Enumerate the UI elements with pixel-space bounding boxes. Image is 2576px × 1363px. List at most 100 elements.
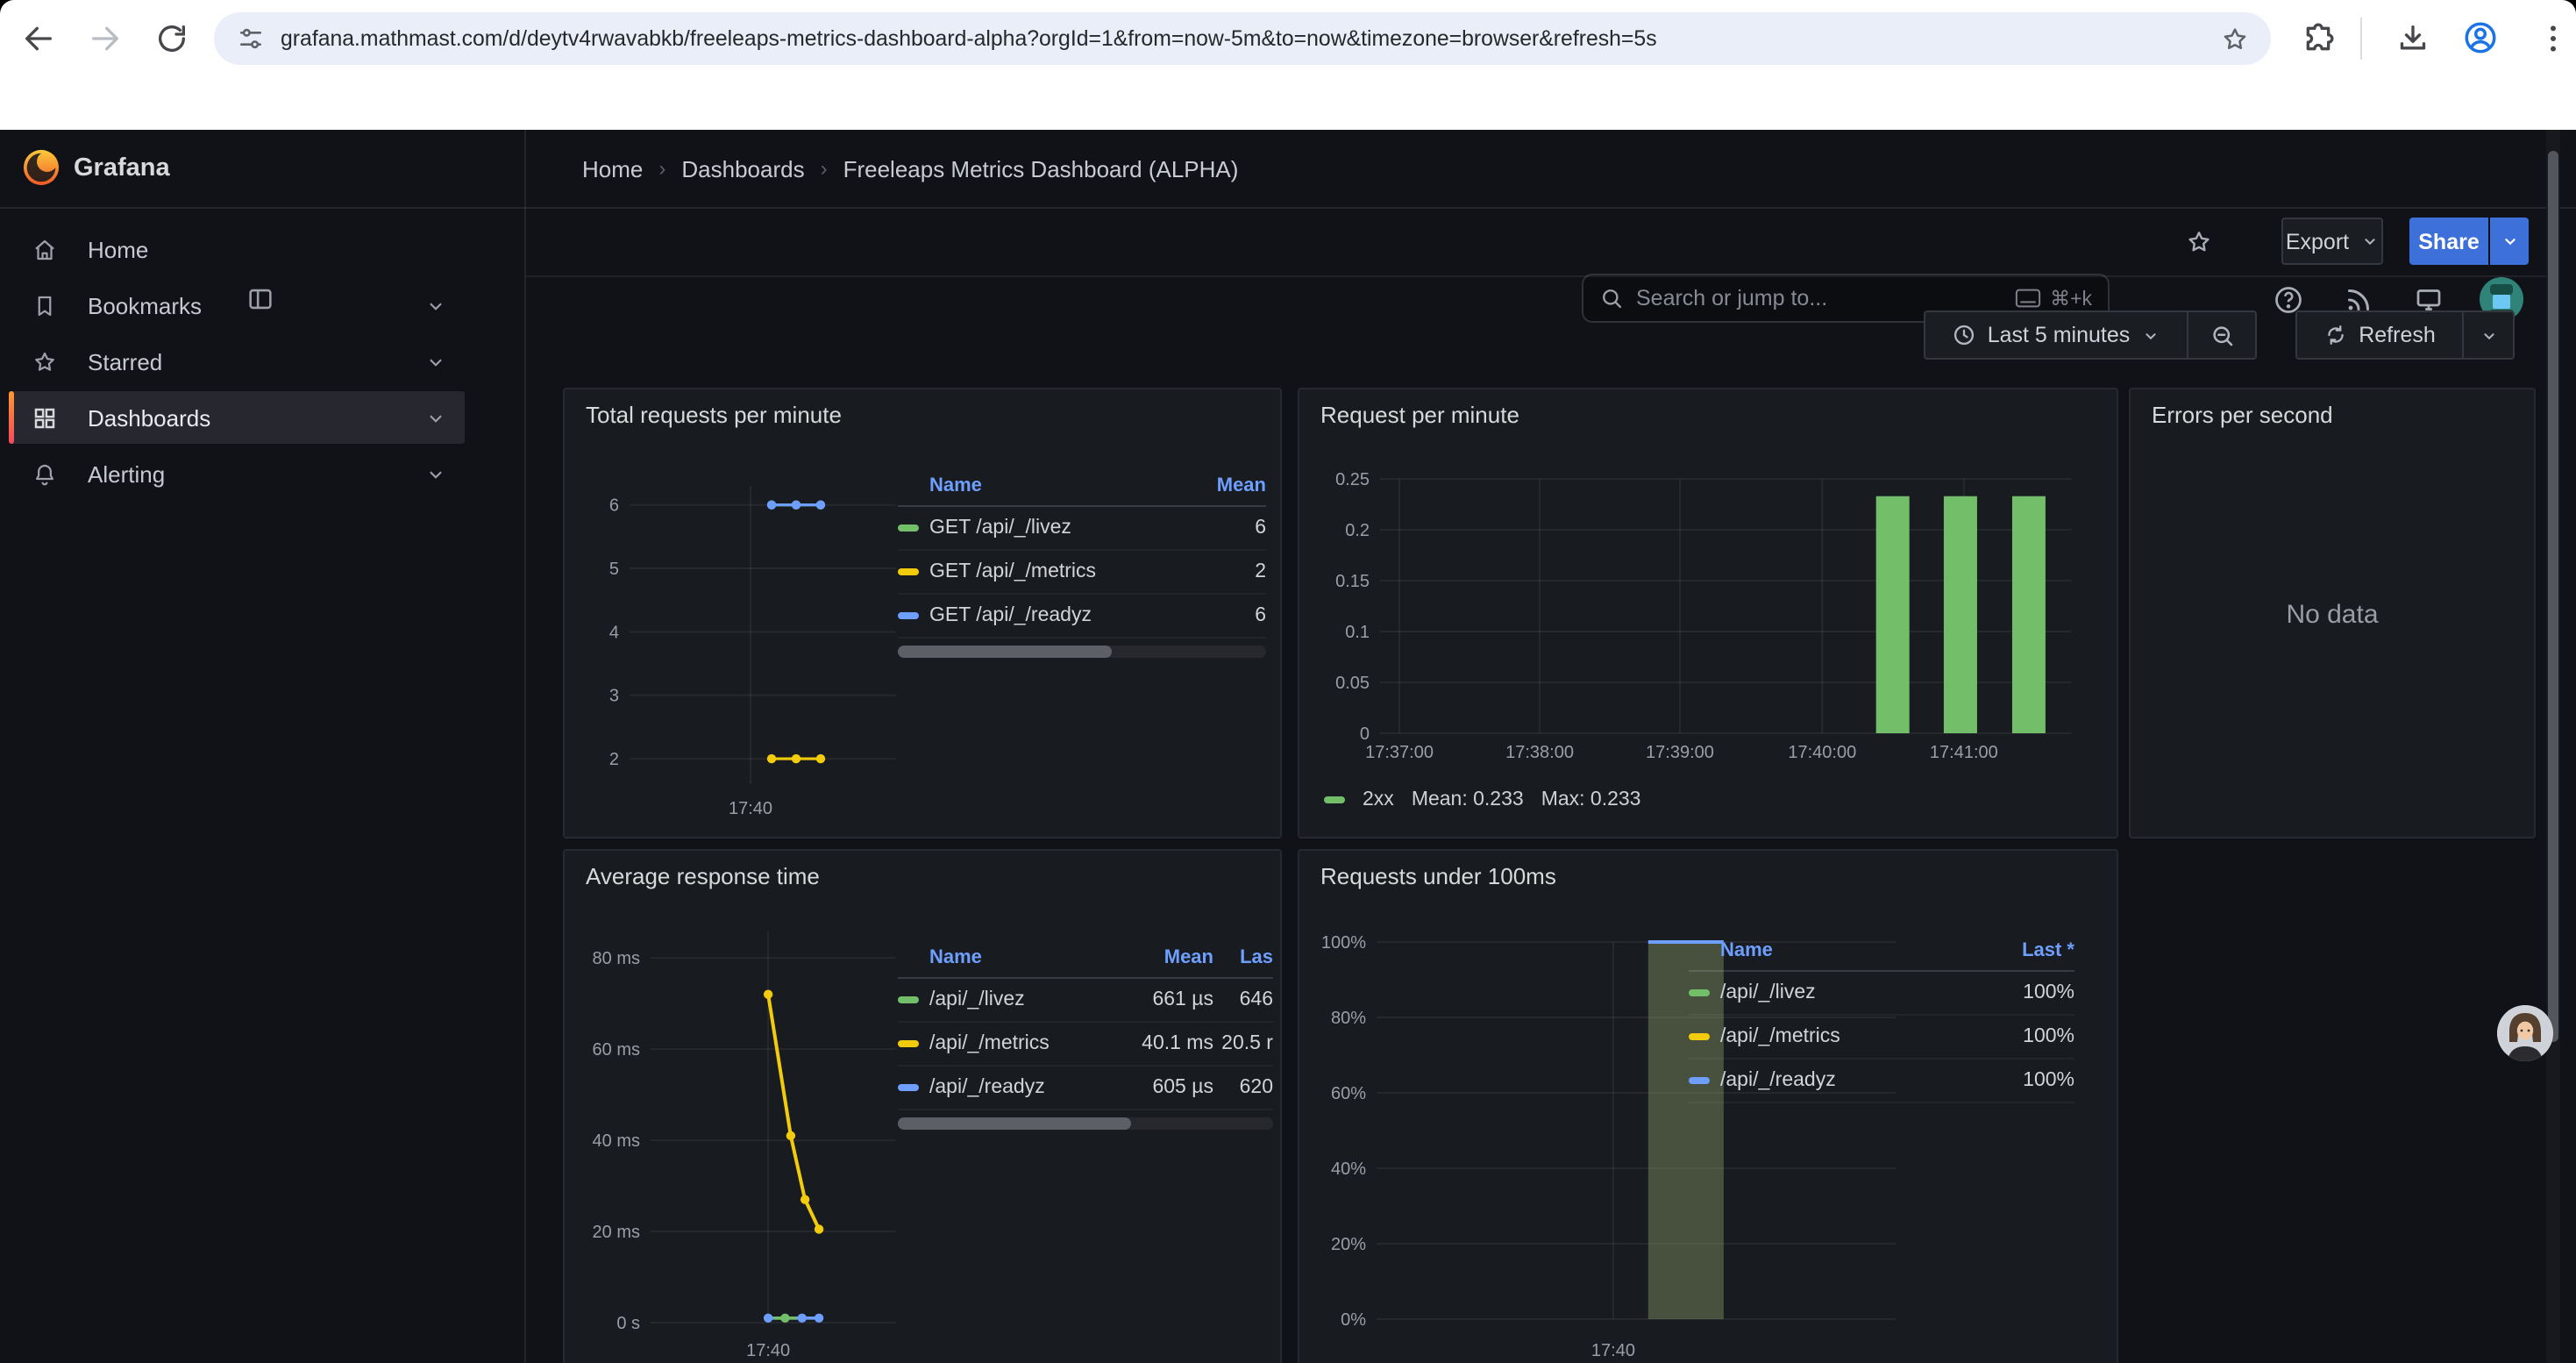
panel-title[interactable]: Requests under 100ms bbox=[1320, 863, 1556, 889]
legend-row[interactable]: /api/_/livez 100% bbox=[1689, 972, 2074, 1016]
legend-row[interactable]: GET /api/_/readyz 6 bbox=[898, 595, 1266, 639]
extensions-icon[interactable] bbox=[2301, 21, 2336, 56]
series-swatch bbox=[898, 525, 919, 532]
favorite-star-icon[interactable] bbox=[2185, 228, 2213, 256]
menu-kebab-icon[interactable] bbox=[2536, 21, 2571, 56]
legend-row[interactable]: /api/_/metrics 40.1 ms 20.5 r bbox=[898, 1023, 1273, 1067]
sidebar-item-home[interactable]: Home bbox=[9, 223, 465, 275]
svg-text:3: 3 bbox=[609, 687, 619, 706]
panel-errors-per-second[interactable]: Errors per second No data bbox=[2129, 388, 2536, 838]
svg-text:17:40:00: 17:40:00 bbox=[1788, 743, 1856, 762]
svg-text:2: 2 bbox=[609, 750, 619, 769]
refresh-button[interactable]: Refresh bbox=[2295, 310, 2464, 360]
panel-requests-under-100ms[interactable]: Requests under 100ms 17:40100%80%60%40%2… bbox=[1298, 849, 2118, 1363]
chevron-down-icon bbox=[2500, 232, 2519, 251]
panel-title[interactable]: Total requests per minute bbox=[586, 402, 842, 428]
panel-request-per-minute[interactable]: Request per minute 17:37:0017:38:0017:39… bbox=[1298, 388, 2118, 838]
legend-table: Name Last * /api/_/livez 100% /api/_/met… bbox=[1689, 931, 2074, 1103]
browser-toolbar: grafana.mathmast.com/d/deytv4rwavabkb/fr… bbox=[0, 0, 2576, 77]
legend-header[interactable]: Name Last * bbox=[1689, 931, 2074, 972]
svg-text:17:40: 17:40 bbox=[729, 799, 772, 818]
svg-text:20%: 20% bbox=[1331, 1235, 1366, 1254]
zoom-out-button[interactable] bbox=[2187, 310, 2257, 360]
panel-title[interactable]: Request per minute bbox=[1320, 402, 1519, 428]
chevron-down-icon bbox=[2140, 325, 2160, 345]
chevron-down-icon[interactable] bbox=[424, 406, 447, 429]
breadcrumb-home[interactable]: Home bbox=[582, 155, 643, 182]
legend-scrollbar[interactable] bbox=[898, 1117, 1273, 1130]
panel-total-requests[interactable]: Total requests per minute 17:4065432 Nam… bbox=[563, 388, 1282, 838]
breadcrumb-page: Freeleaps Metrics Dashboard (ALPHA) bbox=[843, 155, 1239, 182]
series-swatch bbox=[898, 612, 919, 619]
search-placeholder: Search or jump to... bbox=[1636, 286, 2003, 310]
legend-header[interactable]: Name Mean Las bbox=[898, 938, 1273, 979]
series-name[interactable]: 2xx bbox=[1363, 789, 1394, 810]
address-bar[interactable]: grafana.mathmast.com/d/deytv4rwavabkb/fr… bbox=[214, 12, 2271, 65]
legend-header[interactable]: Name Mean bbox=[898, 467, 1266, 507]
breadcrumb-dashboards[interactable]: Dashboards bbox=[681, 155, 804, 182]
sidebar-item-label: Bookmarks bbox=[88, 292, 424, 318]
url-text[interactable]: grafana.mathmast.com/d/deytv4rwavabkb/fr… bbox=[281, 26, 2220, 51]
forward-icon[interactable] bbox=[88, 21, 123, 56]
svg-text:0 s: 0 s bbox=[616, 1314, 640, 1333]
legend-row[interactable]: /api/_/readyz 605 µs 620 bbox=[898, 1067, 1273, 1110]
bookmark-star-icon[interactable] bbox=[2220, 24, 2250, 54]
legend-row[interactable]: GET /api/_/metrics 2 bbox=[898, 551, 1266, 595]
chevron-down-icon[interactable] bbox=[424, 350, 447, 373]
breadcrumb: Home › Dashboards › Freeleaps Metrics Da… bbox=[582, 130, 1238, 207]
no-data-message: No data bbox=[2131, 600, 2534, 630]
series-max: Max: 0.233 bbox=[1541, 789, 1641, 810]
export-button[interactable]: Export bbox=[2281, 218, 2383, 265]
legend-row[interactable]: /api/_/metrics 100% bbox=[1689, 1016, 2074, 1060]
legend-row[interactable]: GET /api/_/livez 6 bbox=[898, 507, 1266, 551]
series-mean: Mean: 0.233 bbox=[1412, 789, 1524, 810]
sidebar-item-alerting[interactable]: Alerting bbox=[9, 447, 465, 500]
svg-text:40 ms: 40 ms bbox=[593, 1131, 640, 1151]
svg-text:17:40: 17:40 bbox=[746, 1341, 790, 1360]
breadcrumb-sep: › bbox=[658, 156, 665, 181]
total-requests-chart[interactable]: 17:4065432 bbox=[591, 472, 907, 823]
search-shortcut: ⌘+k bbox=[2015, 286, 2092, 310]
svg-text:0: 0 bbox=[1360, 724, 1370, 744]
share-button[interactable]: Share bbox=[2409, 218, 2488, 265]
legend-inline[interactable]: 2xx Mean: 0.233 Max: 0.233 bbox=[1324, 789, 1641, 810]
chevron-down-icon bbox=[2479, 325, 2498, 345]
share-menu-button[interactable] bbox=[2490, 218, 2529, 265]
panel-title[interactable]: Average response time bbox=[586, 863, 820, 889]
avg-response-time-chart[interactable]: 17:4080 ms60 ms40 ms20 ms0 s bbox=[591, 914, 907, 1363]
tune-icon[interactable] bbox=[237, 25, 265, 53]
series-swatch bbox=[1689, 989, 1710, 996]
legend-row[interactable]: /api/_/readyz 100% bbox=[1689, 1060, 2074, 1103]
chevron-down-icon[interactable] bbox=[424, 294, 447, 317]
legend-scrollbar[interactable] bbox=[898, 646, 1266, 658]
bell-icon bbox=[32, 460, 58, 487]
refresh-icon bbox=[2323, 323, 2348, 347]
series-swatch bbox=[898, 1040, 919, 1047]
assistant-avatar[interactable] bbox=[2497, 1005, 2553, 1061]
legend-table: Name Mean Las /api/_/livez 661 µs 646 /a… bbox=[898, 938, 1273, 1130]
download-icon[interactable] bbox=[2395, 21, 2430, 56]
svg-text:0.05: 0.05 bbox=[1335, 674, 1370, 693]
svg-text:17:39:00: 17:39:00 bbox=[1646, 743, 1714, 762]
svg-text:17:41:00: 17:41:00 bbox=[1930, 743, 1998, 762]
legend-row[interactable]: /api/_/livez 661 µs 646 bbox=[898, 979, 1273, 1023]
time-range-picker[interactable]: Last 5 minutes bbox=[1924, 310, 2188, 360]
request-per-minute-chart[interactable]: 17:37:0017:38:0017:39:0017:40:0017:41:00… bbox=[1306, 465, 2096, 767]
svg-text:0%: 0% bbox=[1341, 1310, 1366, 1330]
chevron-down-icon[interactable] bbox=[424, 462, 447, 485]
series-swatch bbox=[898, 1084, 919, 1091]
sidebar-item-dashboards[interactable]: Dashboards bbox=[9, 391, 465, 444]
svg-text:100%: 100% bbox=[1321, 933, 1366, 953]
back-icon[interactable] bbox=[21, 21, 56, 56]
page-scrollbar-thumb[interactable] bbox=[2548, 151, 2558, 1042]
grafana-logo-icon[interactable] bbox=[21, 147, 61, 188]
panel-avg-response-time[interactable]: Average response time 17:4080 ms60 ms40 … bbox=[563, 849, 1282, 1363]
panel-title[interactable]: Errors per second bbox=[2152, 402, 2333, 428]
brand-title: Grafana bbox=[74, 130, 170, 207]
refresh-interval-button[interactable] bbox=[2462, 310, 2515, 360]
sidebar-item-starred[interactable]: Starred bbox=[9, 335, 465, 388]
sidebar-item-bookmarks[interactable]: Bookmarks bbox=[9, 279, 465, 332]
profile-icon[interactable] bbox=[2462, 19, 2499, 56]
series-swatch bbox=[1324, 796, 1345, 803]
reload-icon[interactable] bbox=[154, 21, 189, 56]
